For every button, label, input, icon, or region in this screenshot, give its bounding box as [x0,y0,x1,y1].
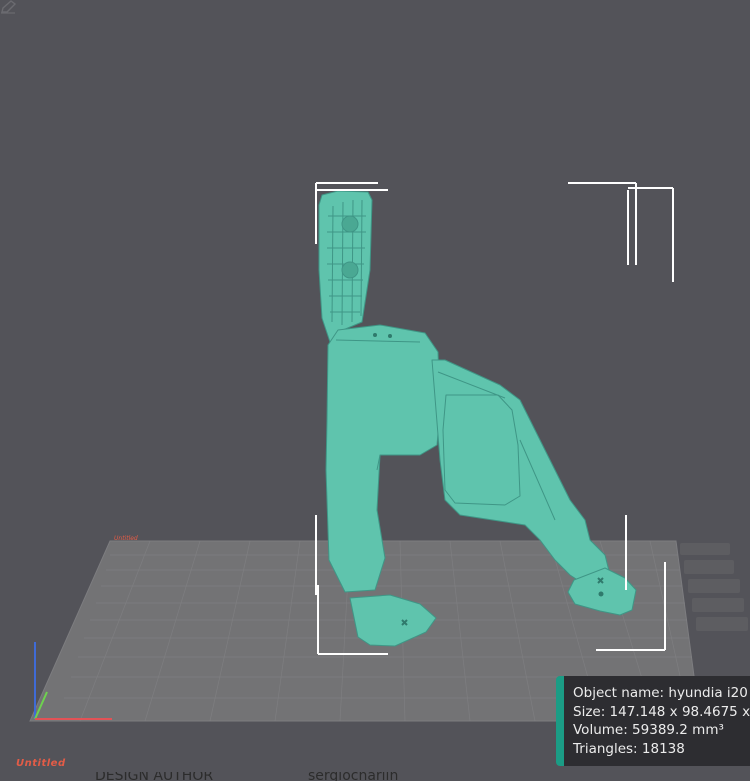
pencil-icon[interactable] [0,0,16,14]
bottom-bar: DESIGN AUTHOR sergiocharlin [0,772,750,781]
plate-name-label[interactable]: Untitled [16,758,66,769]
design-author-label: DESIGN AUTHOR [95,772,214,781]
design-author-value: sergiocharlin [308,772,399,781]
mini-plate-label: Untitled [114,535,138,542]
3d-viewport[interactable]: Untitled Untitled [0,0,750,781]
object-size-line: Size: 147.148 x 98.4675 x [573,703,750,720]
object-volume-line: Volume: 59389.2 mm³ [573,722,724,738]
object-info-panel: Object name: hyundia i20 Size: 147.148 x… [556,676,750,766]
object-name-line: Object name: hyundia i20 [573,685,748,701]
object-triangles-line: Triangles: 18138 [573,740,685,757]
scene-canvas[interactable]: Untitled [0,0,750,781]
plate-logo-blocks [680,543,748,631]
